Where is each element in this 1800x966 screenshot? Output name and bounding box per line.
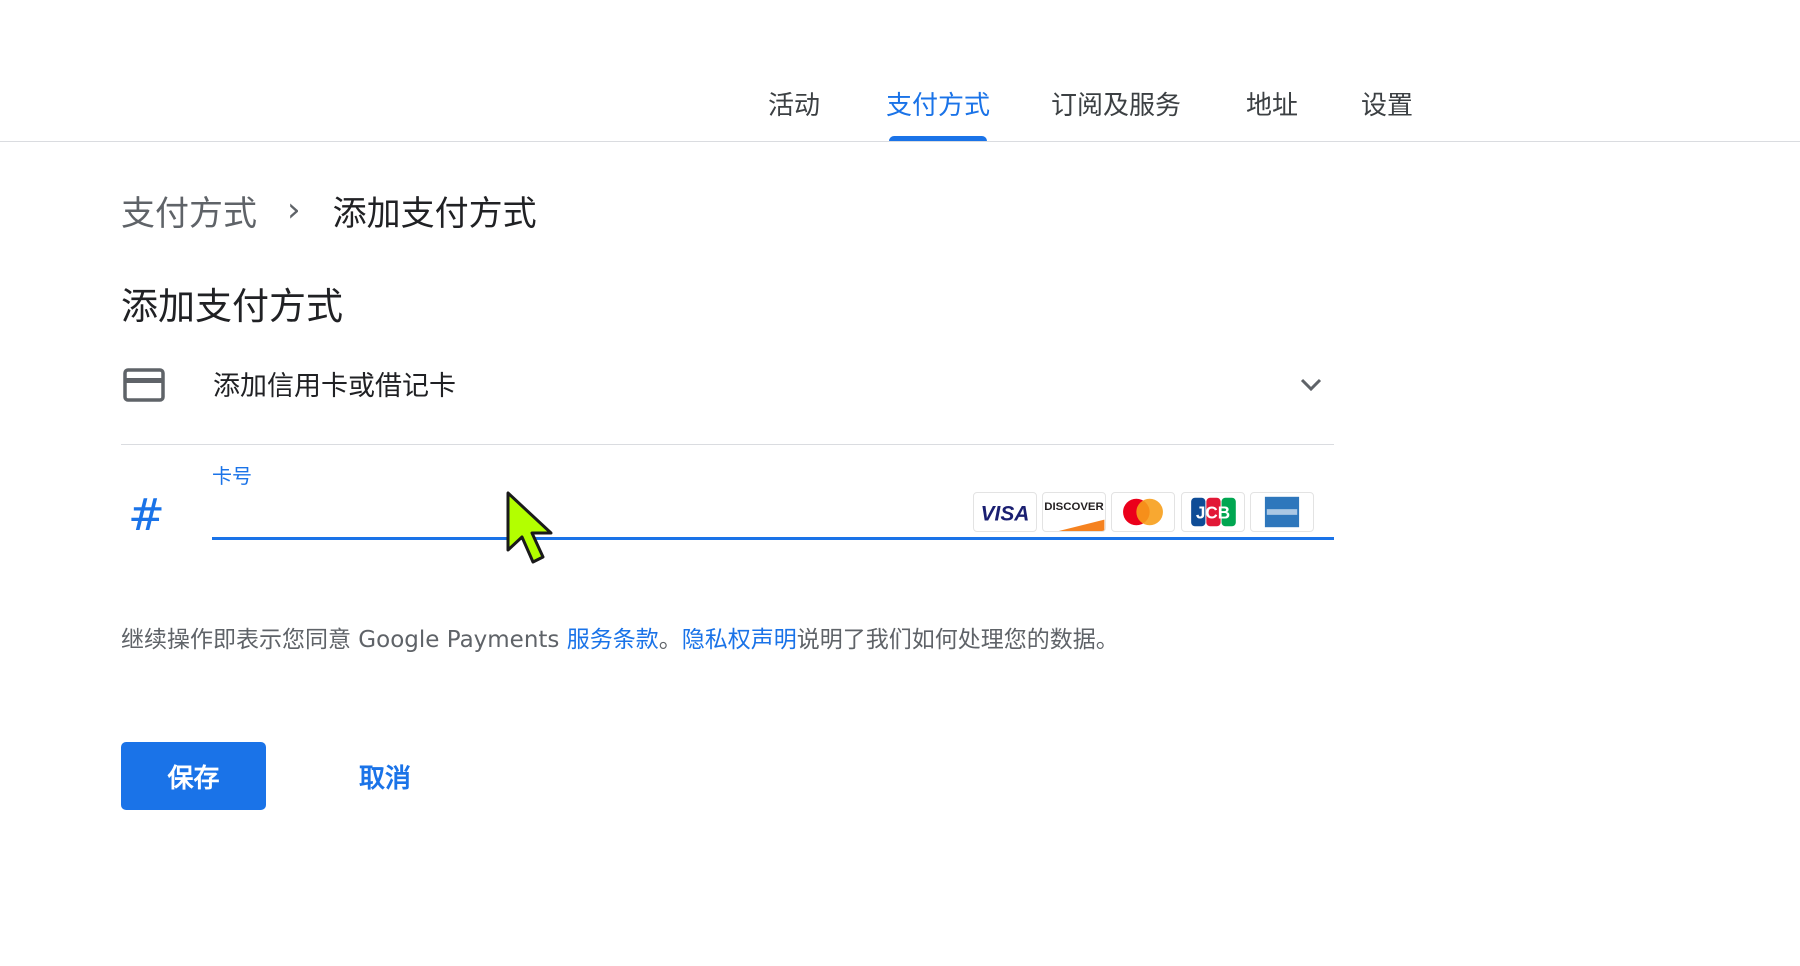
- tab-label: 活动: [768, 91, 821, 121]
- brand-name: VISA: [981, 503, 1030, 526]
- tab-label: 地址: [1246, 91, 1299, 121]
- chevron-down-icon[interactable]: [1297, 370, 1325, 398]
- top-navigation: 活动 支付方式 订阅及服务 地址 设置: [0, 0, 1800, 142]
- brand-name: DISCOVER: [1044, 501, 1104, 513]
- brand-name: JCB: [1196, 504, 1230, 523]
- page-title: 添加支付方式: [121, 285, 343, 328]
- credit-card-icon: [123, 368, 165, 402]
- tab-label: 设置: [1361, 91, 1414, 121]
- active-tab-indicator: [889, 136, 988, 141]
- cancel-button[interactable]: 取消: [340, 742, 430, 810]
- mastercard-logo: [1111, 492, 1175, 532]
- add-card-label: 添加信用卡或借记卡: [213, 371, 456, 402]
- jcb-logo: JCB: [1181, 492, 1245, 532]
- chevron-right-icon: ›: [287, 190, 301, 230]
- terms-notice: 继续操作即表示您同意 Google Payments 服务条款。隐私权声明说明了…: [121, 620, 1119, 654]
- terms-of-service-link[interactable]: 服务条款: [567, 627, 659, 653]
- breadcrumb-current: 添加支付方式: [332, 193, 537, 234]
- breadcrumb-parent-link[interactable]: 支付方式: [121, 186, 257, 235]
- card-number-label: 卡号: [212, 464, 252, 488]
- mouse-cursor-icon: [506, 491, 553, 564]
- tab-activity[interactable]: 活动: [768, 88, 820, 141]
- privacy-notice-link[interactable]: 隐私权声明: [682, 627, 797, 653]
- tab-label: 订阅及服务: [1051, 91, 1182, 121]
- tab-subscriptions-services[interactable]: 订阅及服务: [1051, 88, 1181, 141]
- save-button[interactable]: 保存: [121, 742, 266, 810]
- terms-suffix: 说明了我们如何处理您的数据。: [796, 627, 1119, 653]
- payments-page: 活动 支付方式 订阅及服务 地址 设置 支付方式 › 添加支付方式 添加支付方式…: [0, 0, 1800, 966]
- discover-logo: DISCOVER: [1042, 492, 1106, 532]
- amex-logo: [1250, 492, 1314, 532]
- visa-logo: VISA: [973, 492, 1037, 532]
- terms-middle: 。: [658, 627, 682, 653]
- breadcrumb: 支付方式 › 添加支付方式: [121, 186, 537, 234]
- tab-settings[interactable]: 设置: [1361, 88, 1413, 141]
- terms-prefix: 继续操作即表示您同意 Google Payments: [121, 627, 567, 653]
- tab-payment-methods[interactable]: 支付方式: [886, 88, 990, 141]
- tab-label: 支付方式: [886, 91, 991, 121]
- add-card-selector[interactable]: 添加信用卡或借记卡: [121, 350, 1334, 445]
- card-number-icon: #: [128, 490, 165, 541]
- tab-addresses[interactable]: 地址: [1246, 88, 1298, 141]
